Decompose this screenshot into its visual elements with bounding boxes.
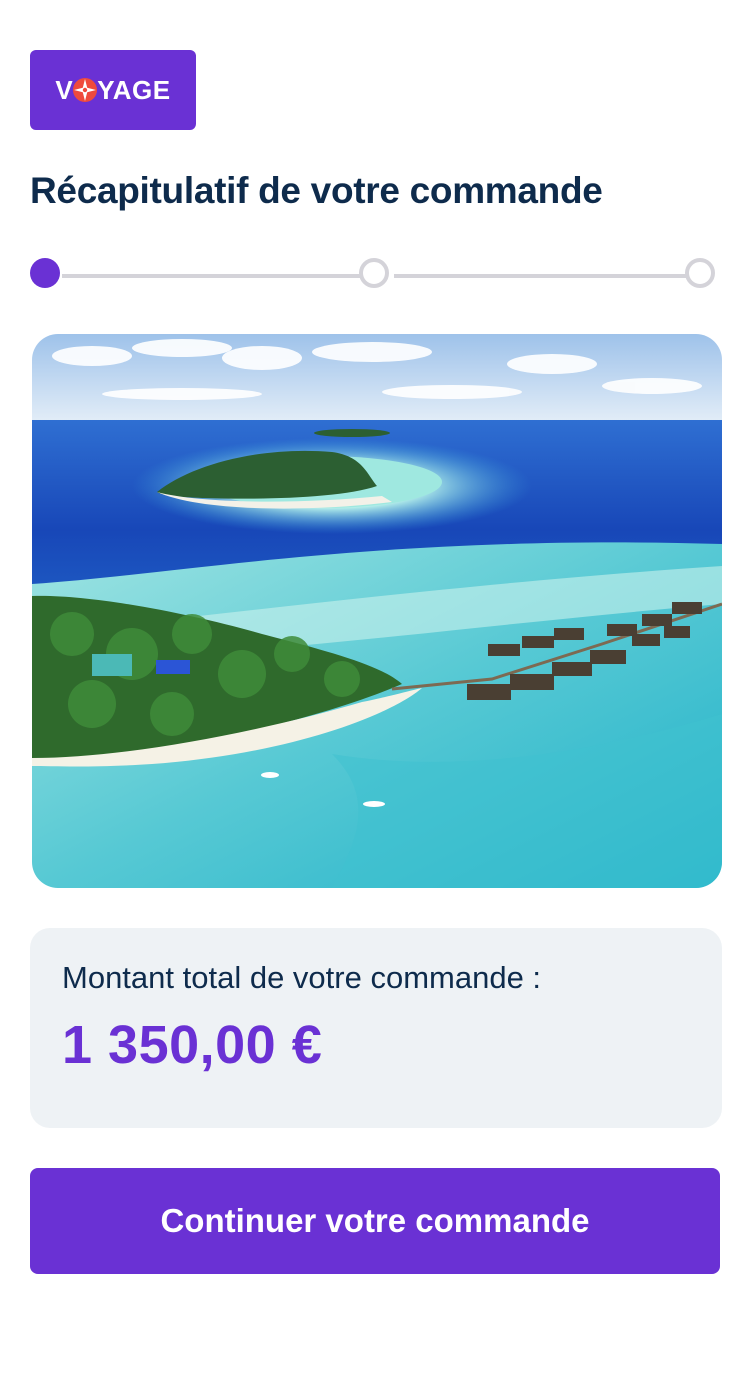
step-3-indicator [685, 258, 715, 288]
page-title: Récapitulatif de votre commande [30, 170, 603, 211]
continue-order-button[interactable]: Continuer votre commande [30, 1168, 720, 1274]
hero-image [32, 334, 722, 888]
progress-stepper [28, 256, 722, 296]
logo-suffix: YAGE [97, 74, 171, 105]
stepper-line-2 [394, 274, 686, 278]
order-total-label: Montant total de votre commande : [62, 960, 542, 995]
logo-wordmark: V YAGE [55, 75, 170, 106]
logo-prefix: V [55, 74, 74, 105]
step-1-indicator [30, 258, 60, 288]
compass-rose-icon [73, 78, 98, 102]
order-total-amount: 1 350,00 € [62, 1015, 323, 1075]
voyage-logo[interactable]: V YAGE [30, 50, 196, 130]
maldives-island-aerial-photo [32, 334, 722, 888]
stepper-line-1 [62, 274, 360, 278]
step-2-indicator [359, 258, 389, 288]
order-total-card: Montant total de votre commande : 1 350,… [30, 928, 722, 1128]
